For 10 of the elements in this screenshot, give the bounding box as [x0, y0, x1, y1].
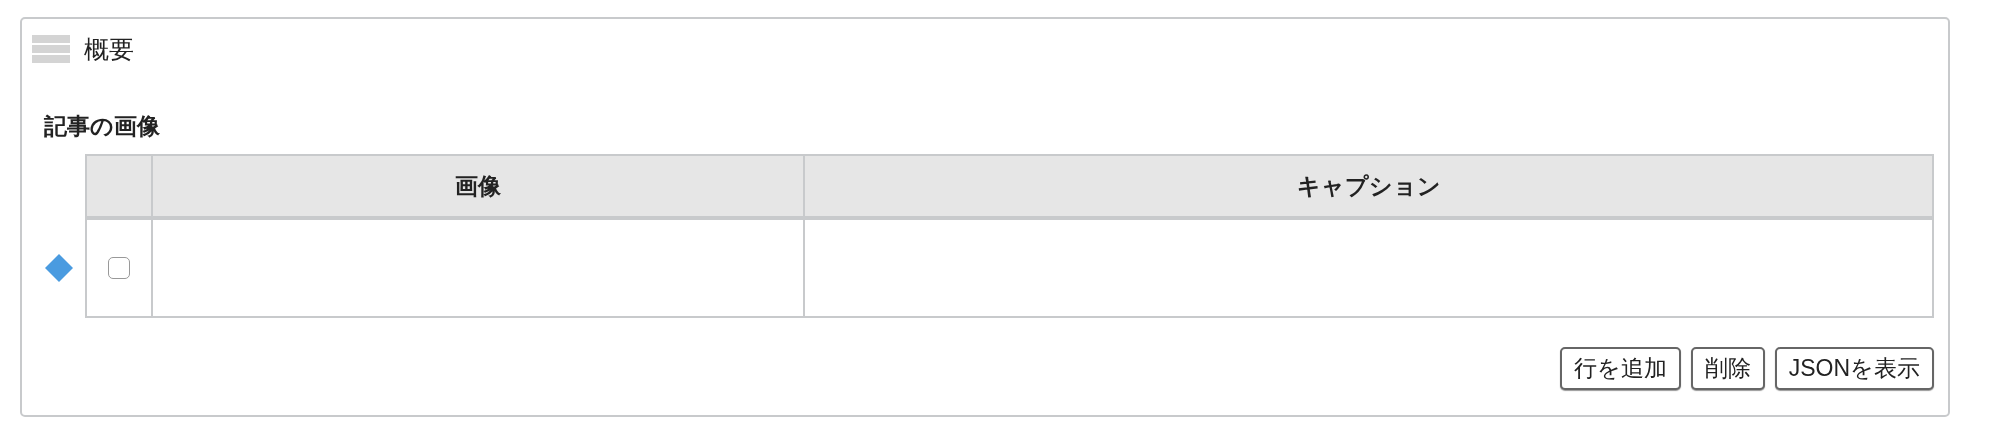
action-button[interactable]: JSONを表示 [1774, 347, 1934, 390]
column-header: キャプション [805, 156, 1932, 218]
column-header: 画像 [153, 156, 805, 218]
menu-icon[interactable] [32, 34, 70, 65]
section-title: 記事の画像 [44, 112, 161, 141]
action-button[interactable]: 削除 [1690, 347, 1765, 390]
caption-field[interactable] [803, 218, 1934, 318]
panel-title: 概要 [84, 34, 134, 65]
row-checkbox[interactable] [108, 257, 130, 279]
action-button[interactable]: 行を追加 [1559, 347, 1681, 390]
